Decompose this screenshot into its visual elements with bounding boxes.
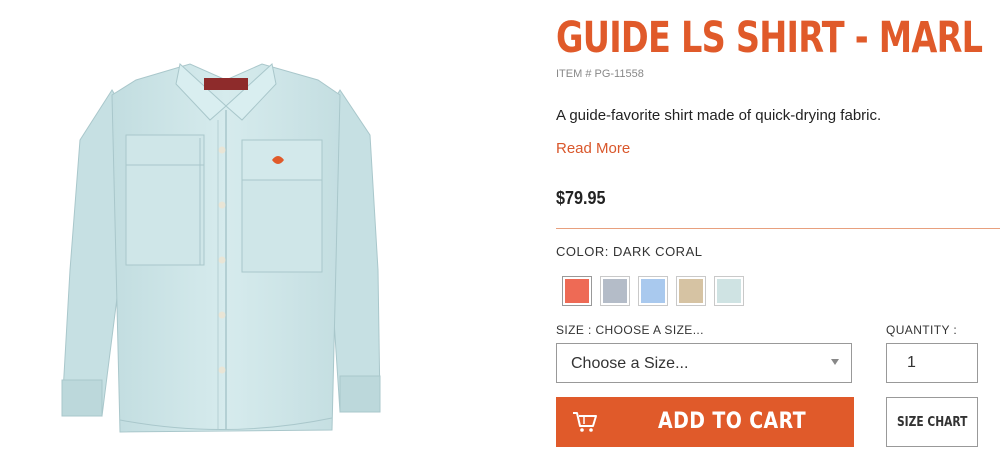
product-description: A guide-favorite shirt made of quick-dry… bbox=[556, 107, 882, 124]
size-select-value: Choose a Size... bbox=[571, 355, 689, 372]
product-details: GUIDE LS SHIRT - MARL ITEM # PG-11558 A … bbox=[556, 0, 1000, 456]
product-price: $79.95 bbox=[556, 188, 606, 208]
read-more-link[interactable]: Read More bbox=[556, 140, 630, 157]
color-label: COLOR: DARK CORAL bbox=[556, 244, 703, 259]
quantity-label: QUANTITY : bbox=[886, 323, 958, 337]
item-number: ITEM # PG-11558 bbox=[556, 68, 644, 80]
color-swatches bbox=[562, 276, 744, 306]
size-select[interactable]: Choose a Size... bbox=[556, 343, 852, 383]
add-to-cart-button[interactable]: ADD TO CART bbox=[556, 397, 854, 447]
shirt-image bbox=[61, 63, 381, 433]
size-chart-label: SIZE CHART bbox=[897, 415, 968, 430]
color-swatch-light-blue[interactable] bbox=[714, 276, 744, 306]
color-swatch-dark-coral[interactable] bbox=[562, 276, 592, 306]
quantity-input[interactable]: 1 bbox=[886, 343, 978, 383]
color-swatch-blue[interactable] bbox=[638, 276, 668, 306]
product-title: GUIDE LS SHIRT - MARL bbox=[556, 13, 983, 63]
swatch-fill bbox=[717, 279, 741, 303]
swatch-fill bbox=[641, 279, 665, 303]
add-to-cart-label: ADD TO CART bbox=[658, 409, 807, 434]
color-swatch-gray[interactable] bbox=[600, 276, 630, 306]
swatch-fill bbox=[603, 279, 627, 303]
product-image bbox=[40, 20, 500, 450]
divider bbox=[556, 228, 1000, 229]
size-chart-button[interactable]: SIZE CHART bbox=[886, 397, 978, 447]
size-label: SIZE : CHOOSE A SIZE... bbox=[556, 323, 704, 337]
cart-icon bbox=[573, 412, 597, 432]
swatch-fill bbox=[565, 279, 589, 303]
color-swatch-tan[interactable] bbox=[676, 276, 706, 306]
chevron-down-icon bbox=[831, 359, 839, 365]
swatch-fill bbox=[679, 279, 703, 303]
